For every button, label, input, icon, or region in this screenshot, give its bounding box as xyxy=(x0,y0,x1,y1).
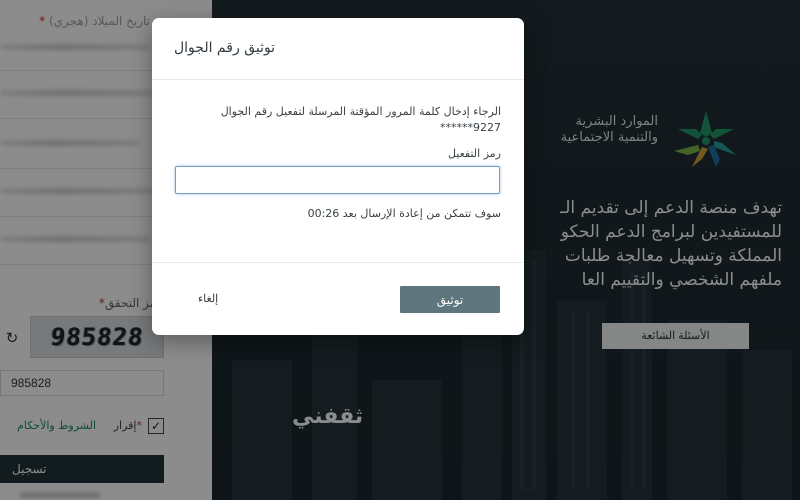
dialog-header: توثيق رقم الجوال xyxy=(152,18,524,80)
dialog-footer-divider xyxy=(152,262,524,263)
verify-button[interactable]: توثيق xyxy=(400,286,500,313)
mobile-verification-dialog: توثيق رقم الجوال الرجاء إدخال كلمة المرو… xyxy=(152,18,524,335)
activation-code-input[interactable] xyxy=(175,166,500,194)
dialog-message: الرجاء إدخال كلمة المرور المؤقتة المرسلة… xyxy=(220,105,501,118)
cancel-button[interactable]: إلغاء xyxy=(198,292,218,305)
dialog-title: توثيق رقم الجوال xyxy=(174,40,276,56)
activation-code-label: رمز التفعيل xyxy=(447,147,501,160)
masked-phone-number: ******9227 xyxy=(440,121,501,134)
resend-countdown-text: سوف تتمكن من إعادة الإرسال بعد 00:26 xyxy=(307,207,501,220)
